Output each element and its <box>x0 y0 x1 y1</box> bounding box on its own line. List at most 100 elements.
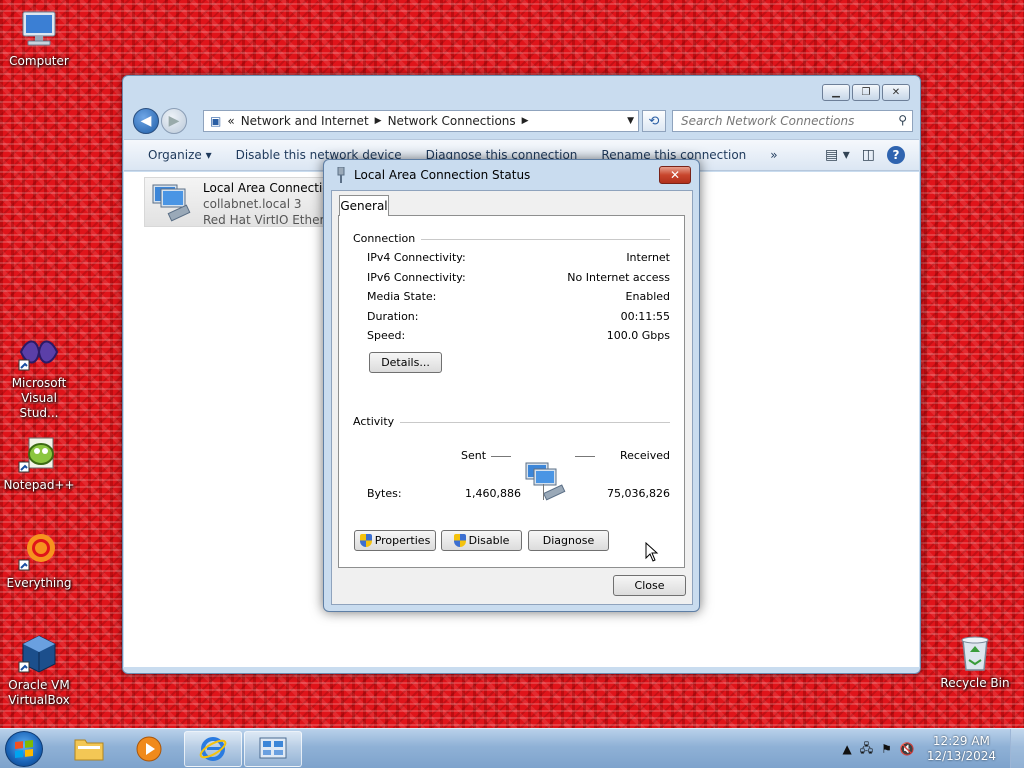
desktop-icon-label: Notepad++ <box>3 478 75 492</box>
media-state-value: Enabled <box>625 290 670 303</box>
minimize-button[interactable]: ▁ <box>822 84 850 101</box>
volume-muted-icon[interactable]: 🔇 <box>900 742 915 756</box>
search-placeholder: Search Network Connections <box>681 114 855 128</box>
help-icon[interactable]: ? <box>887 146 905 164</box>
connection-status-dialog: Local Area Connection Status ✕ General C… <box>323 159 700 612</box>
details-button[interactable]: Details... <box>369 352 442 373</box>
connection-group-title: Connection <box>353 232 422 245</box>
clock-time: 12:29 AM <box>932 734 990 748</box>
ipv6-connectivity-label: IPv6 Connectivity: <box>367 271 466 284</box>
disable-button-label: Disable <box>468 534 510 547</box>
close-button[interactable]: Close <box>613 575 686 596</box>
address-row: ◀ ▶ ▣ « Network and Internet ▶ Network C… <box>131 106 913 134</box>
activity-group-divider <box>353 422 670 423</box>
windows-logo-icon <box>15 740 33 758</box>
bytes-label: Bytes: <box>367 487 402 500</box>
network-tray-icon[interactable]: 🖧 <box>860 739 873 760</box>
sent-dash <box>491 456 511 457</box>
mouse-cursor-icon <box>645 541 659 565</box>
window-controls: ▁ ❐ ✕ <box>822 84 910 101</box>
forward-arrow-icon[interactable]: ▶ <box>161 108 187 134</box>
maximize-button[interactable]: ❐ <box>852 84 880 101</box>
properties-button[interactable]: Properties <box>354 530 436 551</box>
diagnose-button[interactable]: Diagnose <box>528 530 609 551</box>
breadcrumb-separator-icon[interactable]: ▶ <box>375 116 382 126</box>
close-button-label: Close <box>634 579 665 592</box>
network-cable-icon <box>335 166 347 183</box>
disable-button[interactable]: Disable <box>441 530 522 551</box>
ipv6-connectivity-value: No Internet access <box>567 271 670 284</box>
dialog-title: Local Area Connection Status <box>354 168 531 182</box>
dialog-body: General Connection IPv4 Connectivity: In… <box>331 190 693 605</box>
media-state-label: Media State: <box>367 290 437 303</box>
ipv4-connectivity-label: IPv4 Connectivity: <box>367 251 466 264</box>
breadcrumb-separator-icon[interactable]: ▶ <box>522 116 529 126</box>
desktop-icon-label: Computer <box>9 54 69 68</box>
organize-menu[interactable]: Organize ▾ <box>124 148 224 162</box>
taskbar-explorer[interactable] <box>60 731 118 767</box>
clock[interactable]: 12:29 AM 12/13/2024 <box>927 734 996 764</box>
connection-item-local-area[interactable]: Local Area Connection collabnet.local 3 … <box>144 177 344 227</box>
desktop-icon-everything[interactable]: Everything <box>0 530 78 591</box>
start-button[interactable] <box>5 731 43 767</box>
received-label: Received <box>619 449 670 462</box>
folder-icon <box>74 739 104 761</box>
ipv4-connectivity-value: Internet <box>626 251 670 264</box>
visual-studio-icon <box>17 330 61 374</box>
taskbar-internet-explorer[interactable] <box>184 731 242 767</box>
desktop-icon-computer[interactable]: Computer <box>0 8 78 69</box>
system-tray: ▲ 🖧 ⚑ 🔇 12:29 AM 12/13/2024 <box>838 729 1024 768</box>
sent-label: Sent <box>461 449 487 462</box>
taskbar-media-player[interactable] <box>120 731 178 767</box>
desktop-icon-notepad-plus-plus[interactable]: Notepad++ <box>0 432 78 493</box>
virtualbox-icon <box>17 632 61 676</box>
connection-network: collabnet.local 3 <box>203 197 302 211</box>
action-center-flag-icon[interactable]: ⚑ <box>881 742 892 756</box>
close-window-button[interactable]: ✕ <box>882 84 910 101</box>
preview-pane-icon[interactable]: ◫ <box>862 147 875 163</box>
general-tab-panel: Connection IPv4 Connectivity: Internet I… <box>338 215 685 568</box>
control-panel-icon <box>259 737 287 759</box>
diagnose-button-label: Diagnose <box>542 534 595 547</box>
speed-value: 100.0 Gbps <box>606 329 670 342</box>
bytes-sent-value: 1,460,886 <box>465 487 521 500</box>
desktop-icon-label: Microsoft Visual Stud... <box>11 376 67 420</box>
network-adapter-icon <box>149 183 195 223</box>
breadcrumb-network-connections[interactable]: Network Connections <box>388 114 516 128</box>
network-activity-icon <box>524 461 574 505</box>
internet-explorer-icon <box>199 737 227 761</box>
taskbar-network-connections[interactable] <box>244 731 302 767</box>
uac-shield-icon <box>359 534 372 547</box>
details-button-label: Details... <box>381 356 430 369</box>
duration-label: Duration: <box>367 310 419 323</box>
control-panel-icon: ▣ <box>210 114 222 128</box>
tab-general[interactable]: General <box>339 195 389 216</box>
uac-shield-icon <box>453 534 466 547</box>
desktop-icon-virtualbox[interactable]: Oracle VM VirtualBox <box>0 632 78 708</box>
breadcrumb-overflow[interactable]: « <box>227 114 234 128</box>
desktop-icon-visual-studio[interactable]: Microsoft Visual Stud... <box>0 330 78 421</box>
received-dash <box>575 456 595 457</box>
clock-date: 12/13/2024 <box>926 749 996 763</box>
activity-group-title: Activity <box>353 415 401 428</box>
duration-value: 00:11:55 <box>620 310 670 323</box>
media-player-icon <box>136 736 162 762</box>
search-icon[interactable]: ⚲ <box>898 113 907 127</box>
search-input[interactable]: Search Network Connections ⚲ <box>672 110 913 132</box>
refresh-button[interactable]: ⟲ <box>642 110 666 132</box>
properties-button-label: Properties <box>374 534 431 547</box>
speed-label: Speed: <box>367 329 406 342</box>
dialog-close-icon[interactable]: ✕ <box>659 166 691 184</box>
desktop-icon-label: Oracle VM VirtualBox <box>8 678 70 707</box>
notepad-plus-plus-icon <box>17 432 61 476</box>
change-view-icon[interactable]: ▤ ▾ <box>825 147 850 163</box>
back-arrow-icon[interactable]: ◀ <box>133 108 159 134</box>
taskbar: ▲ 🖧 ⚑ 🔇 12:29 AM 12/13/2024 <box>0 728 1024 768</box>
address-bar[interactable]: ▣ « Network and Internet ▶ Network Conne… <box>203 110 639 132</box>
address-dropdown-icon[interactable]: ▼ <box>627 116 634 126</box>
show-desktop-button[interactable] <box>1010 729 1024 768</box>
more-commands-button[interactable]: » <box>758 148 789 162</box>
desktop-icon-recycle-bin[interactable]: Recycle Bin <box>936 630 1014 691</box>
show-hidden-icons-icon[interactable]: ▲ <box>842 742 851 756</box>
breadcrumb-network-and-internet[interactable]: Network and Internet <box>241 114 369 128</box>
